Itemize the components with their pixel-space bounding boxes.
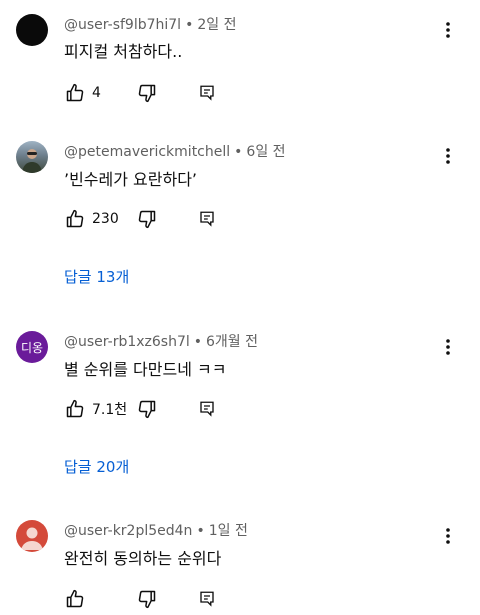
thumbs-up-icon (64, 398, 86, 420)
comment-actions: 230 (64, 208, 218, 230)
view-replies-link[interactable]: 답글 13개 (64, 266, 129, 287)
comment-actions (64, 588, 218, 610)
meta-separator: • (185, 17, 194, 33)
thumbs-down-icon[interactable] (136, 208, 158, 230)
avatar[interactable]: 디옹 (16, 331, 48, 363)
reply-icon[interactable] (196, 82, 218, 104)
like-count: 7.1천 (92, 402, 128, 418)
more-vertical-icon[interactable] (436, 144, 460, 168)
thumbs-up-icon (64, 208, 86, 230)
comment-meta: @petemaverickmitchell • 6일 전 (64, 141, 286, 161)
meta-separator: • (196, 523, 205, 539)
like-count: 4 (92, 85, 101, 101)
author-handle[interactable]: @user-rb1xz6sh7l (64, 334, 190, 350)
comment-meta: @user-kr2pl5ed4n • 1일 전 (64, 520, 248, 540)
reply-icon[interactable] (196, 398, 218, 420)
reply-icon[interactable] (196, 208, 218, 230)
comment-actions: 4 (64, 82, 218, 104)
author-handle[interactable]: @petemaverickmitchell (64, 144, 230, 160)
comment-text: 피지컬 처참하다.. (64, 42, 183, 61)
author-handle[interactable]: @user-sf9lb7hi7l (64, 17, 181, 33)
more-vertical-icon[interactable] (436, 18, 460, 42)
avatar-photo-icon (22, 149, 42, 173)
thumbs-down-icon[interactable] (136, 588, 158, 610)
comment-time[interactable]: 2일 전 (197, 17, 236, 33)
thumbs-down-icon[interactable] (136, 398, 158, 420)
meta-separator: • (234, 144, 243, 160)
comment-text: 완전히 동의하는 순위다 (64, 549, 222, 568)
comment-meta: @user-rb1xz6sh7l • 6개월 전 (64, 331, 258, 351)
thumbs-up-icon (64, 588, 86, 610)
like-button[interactable]: 4 (64, 82, 136, 104)
meta-separator: • (193, 334, 203, 350)
thumbs-down-icon[interactable] (136, 82, 158, 104)
comment-actions: 7.1천 (64, 398, 218, 420)
avatar[interactable] (16, 520, 48, 552)
comment-meta: @user-sf9lb7hi7l • 2일 전 (64, 14, 236, 34)
comment-text: 별 순위를 다만드네 ㅋㅋ (64, 360, 227, 379)
more-vertical-icon[interactable] (436, 335, 460, 359)
comment-time[interactable]: 1일 전 (209, 523, 248, 539)
avatar[interactable] (16, 141, 48, 173)
like-button[interactable]: 7.1천 (64, 398, 136, 420)
more-vertical-icon[interactable] (436, 524, 460, 548)
author-handle[interactable]: @user-kr2pl5ed4n (64, 523, 192, 539)
avatar-initials: 디옹 (20, 340, 44, 355)
comment-time[interactable]: 6일 전 (246, 144, 285, 160)
like-count: 230 (92, 211, 119, 227)
thumbs-up-icon (64, 82, 86, 104)
reply-icon[interactable] (196, 588, 218, 610)
view-replies-link[interactable]: 답글 20개 (64, 456, 129, 477)
comment-time[interactable]: 6개월 전 (206, 334, 258, 350)
avatar[interactable] (16, 14, 48, 46)
like-button[interactable] (64, 588, 136, 610)
default-avatar-icon (21, 527, 43, 550)
like-button[interactable]: 230 (64, 208, 136, 230)
comment-text: ’빈수레가 요란하다’ (64, 170, 198, 189)
